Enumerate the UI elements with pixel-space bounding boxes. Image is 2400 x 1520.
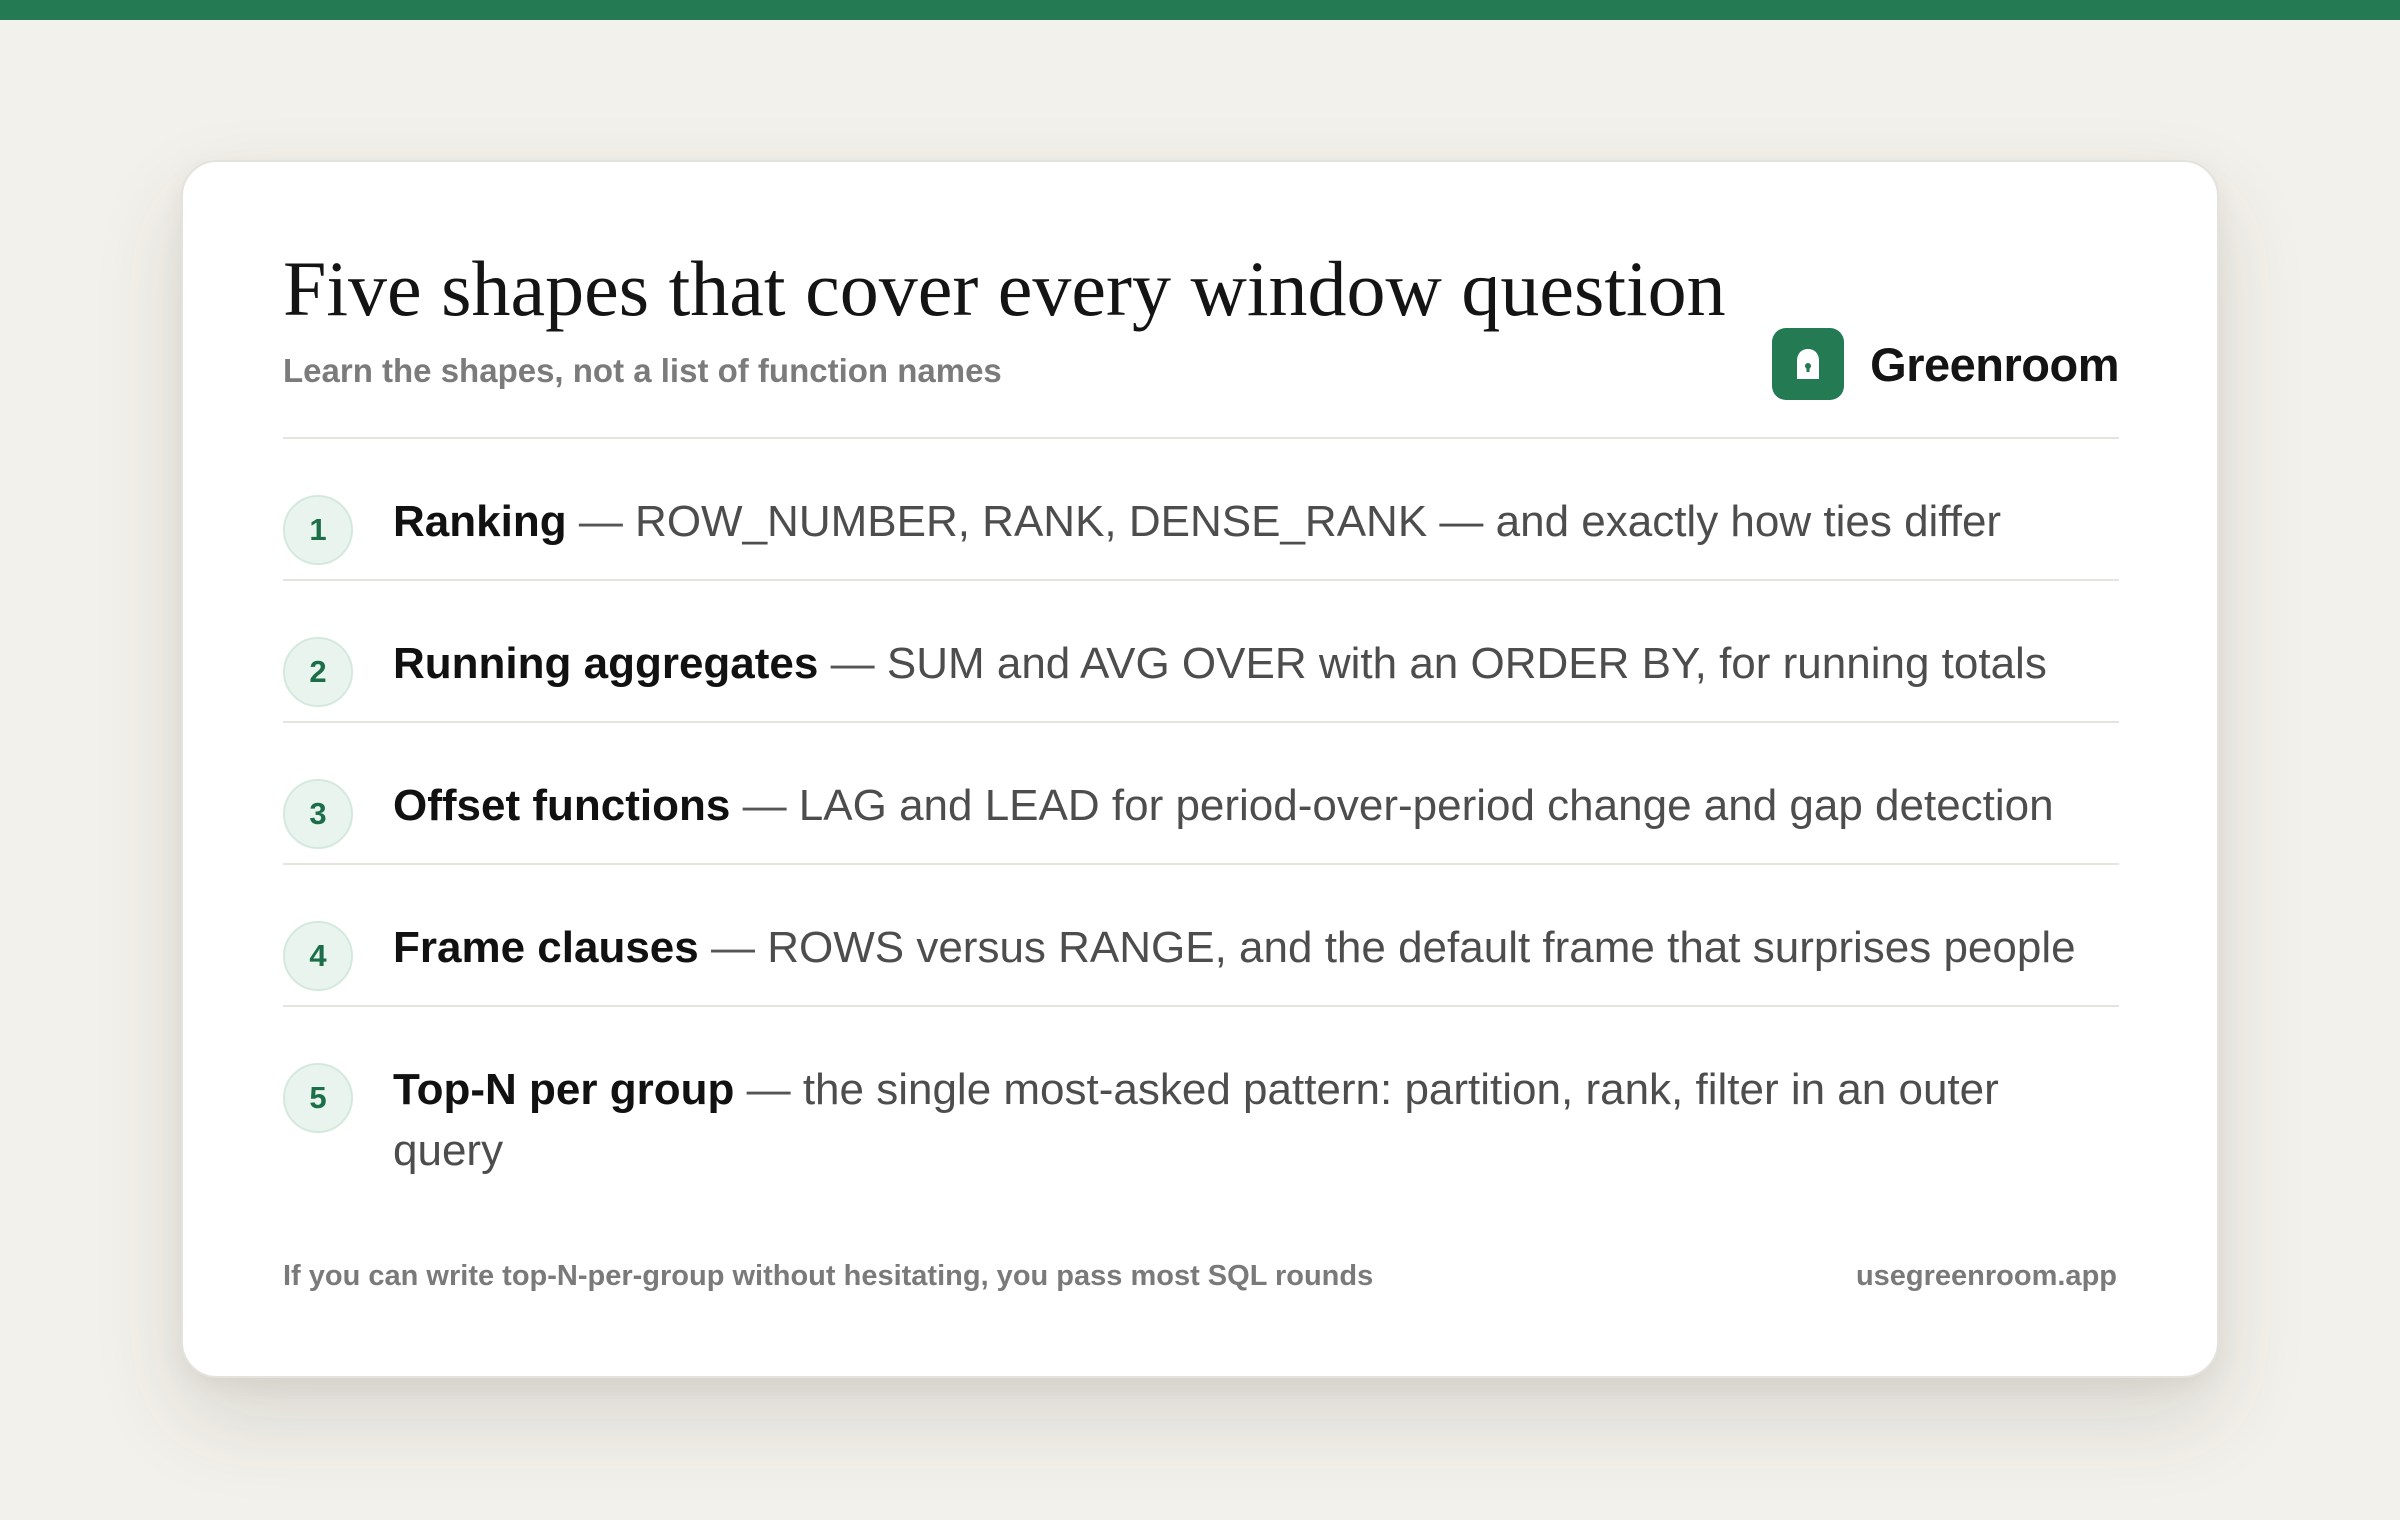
item-number-badge: 2 xyxy=(283,637,353,707)
item-text: Offset functions — LAG and LEAD for peri… xyxy=(393,775,2093,836)
item-number-badge: 5 xyxy=(283,1063,353,1133)
list-item: 2 Running aggregates — SUM and AVG OVER … xyxy=(283,581,2119,723)
footer-note: If you can write top-N-per-group without… xyxy=(283,1260,1374,1292)
footer-url: usegreenroom.app xyxy=(1855,1260,2117,1292)
page-title: Five shapes that cover every window ques… xyxy=(283,245,1726,332)
brand-logo xyxy=(1772,328,1845,400)
item-separator: — xyxy=(742,781,787,830)
item-title: Running aggregates xyxy=(393,639,819,688)
item-text: Ranking — ROW_NUMBER, RANK, DENSE_RANK —… xyxy=(393,491,2093,552)
lock-icon xyxy=(1797,349,1820,379)
item-title: Top-N per group xyxy=(393,1065,735,1114)
item-description: LAG and LEAD for period-over-period chan… xyxy=(798,781,2054,830)
item-title: Offset functions xyxy=(393,781,731,830)
content-card: Five shapes that cover every window ques… xyxy=(181,160,2219,1378)
top-accent-bar xyxy=(0,0,2400,20)
item-number-badge: 3 xyxy=(283,779,353,849)
list-item: 3 Offset functions — LAG and LEAD for pe… xyxy=(283,723,2119,865)
item-separator: — xyxy=(578,497,623,546)
card-header: Five shapes that cover every window ques… xyxy=(283,242,2119,442)
item-text: Frame clauses — ROWS versus RANGE, and t… xyxy=(393,917,2093,978)
item-description: SUM and AVG OVER with an ORDER BY, for r… xyxy=(886,639,2047,688)
item-description: ROW_NUMBER, RANK, DENSE_RANK — and exact… xyxy=(635,497,2002,546)
item-title: Frame clauses xyxy=(393,923,699,972)
list-item: 1 Ranking — ROW_NUMBER, RANK, DENSE_RANK… xyxy=(283,439,2119,581)
item-number-badge: 4 xyxy=(283,921,353,991)
item-separator: — xyxy=(830,639,875,688)
item-text: Running aggregates — SUM and AVG OVER wi… xyxy=(393,633,2093,694)
list-item: 5 Top-N per group — the single most-aske… xyxy=(283,1007,2119,1187)
page-subtitle: Learn the shapes, not a list of function… xyxy=(283,352,1002,389)
item-description: ROWS versus RANGE, and the default frame… xyxy=(767,923,2076,972)
item-title: Ranking xyxy=(393,497,567,546)
brand: Greenroom xyxy=(1772,328,2119,400)
item-number-badge: 1 xyxy=(283,495,353,565)
item-separator: — xyxy=(746,1065,791,1114)
brand-name: Greenroom xyxy=(1870,337,2119,391)
list-item: 4 Frame clauses — ROWS versus RANGE, and… xyxy=(283,865,2119,1007)
shape-list: 1 Ranking — ROW_NUMBER, RANK, DENSE_RANK… xyxy=(283,439,2119,1187)
item-text: Top-N per group — the single most-asked … xyxy=(393,1059,2093,1181)
item-separator: — xyxy=(710,923,755,972)
